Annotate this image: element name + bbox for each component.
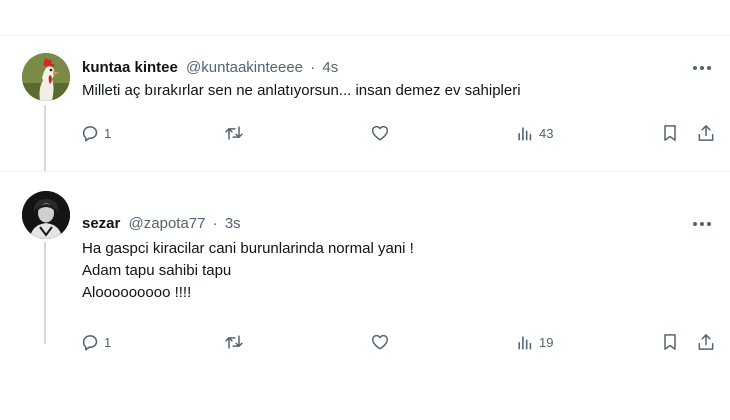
like-button[interactable] [370, 330, 390, 354]
share-button[interactable] [696, 330, 716, 354]
display-name[interactable]: kuntaa kintee [82, 59, 178, 76]
avatar[interactable] [22, 191, 70, 239]
like-button[interactable] [370, 121, 390, 145]
tweet-text-line: Ha gaspci kiracilar cani burunlarinda no… [82, 240, 414, 257]
tweet-header: kuntaa kintee @kuntaakinteeee · 4s [82, 58, 338, 78]
handle[interactable]: @zapota77 [129, 215, 206, 232]
more-options-button[interactable] [690, 58, 714, 78]
separator-dot: · [310, 59, 316, 76]
tweet-actions: 1 19 [0, 330, 730, 354]
view-count: 19 [539, 334, 554, 350]
more-dots-icon [693, 66, 711, 70]
tweet-actions: 1 43 [0, 121, 730, 145]
views-button[interactable]: 43 [515, 121, 553, 145]
bookmark-button[interactable] [660, 121, 680, 145]
tweet-header: sezar @zapota77 · 3s [82, 214, 241, 234]
tweet[interactable]: kuntaa kintee @kuntaakinteeee · 4s Mille… [0, 36, 730, 172]
reply-icon [82, 126, 98, 142]
separator-dot: · [212, 215, 218, 232]
display-name[interactable]: sezar [82, 215, 120, 232]
timestamp[interactable]: 3s [225, 215, 241, 232]
bookmark-icon [664, 125, 676, 141]
view-count: 43 [539, 125, 554, 141]
thread-line [44, 242, 46, 344]
rooster-avatar-icon [22, 53, 70, 101]
tweet-text-line: Alooooooooo !!!! [82, 284, 192, 301]
views-button[interactable]: 19 [515, 330, 553, 354]
reply-thread: kuntaa kintee @kuntaakinteeee · 4s Mille… [0, 35, 730, 351]
reply-count: 1 [104, 125, 112, 141]
bookmark-button[interactable] [660, 330, 680, 354]
avatar[interactable] [22, 53, 70, 101]
reply-button[interactable]: 1 [80, 330, 111, 354]
retweet-button[interactable] [224, 330, 244, 354]
tweet-text: Ha gaspci kiracilar cani burunlarinda no… [82, 238, 414, 304]
reply-count: 1 [104, 334, 112, 350]
heart-icon [371, 125, 389, 141]
retweet-icon [225, 335, 243, 349]
tweet-text-line: Adam tapu sahibi tapu [82, 262, 232, 279]
analytics-icon [518, 127, 532, 141]
retweet-icon [225, 126, 243, 140]
timestamp[interactable]: 4s [322, 59, 338, 76]
tweet-text-line: Milleti aç bırakırlar sen ne anlatıyorsu… [82, 82, 521, 99]
share-icon [698, 125, 714, 141]
retweet-button[interactable] [224, 121, 244, 145]
share-icon [698, 334, 714, 350]
bookmark-icon [664, 334, 676, 350]
reply-icon [82, 335, 98, 351]
handle[interactable]: @kuntaakinteeee [186, 59, 303, 76]
reply-button[interactable]: 1 [80, 121, 111, 145]
heart-icon [371, 334, 389, 350]
more-options-button[interactable] [690, 214, 714, 234]
tweet[interactable]: sezar @zapota77 · 3s Ha gaspci kiracilar… [0, 172, 730, 351]
tweet-text: Milleti aç bırakırlar sen ne anlatıyorsu… [82, 80, 521, 102]
more-dots-icon [693, 222, 711, 226]
analytics-icon [518, 336, 532, 350]
person-avatar-icon [22, 191, 70, 239]
share-button[interactable] [696, 121, 716, 145]
